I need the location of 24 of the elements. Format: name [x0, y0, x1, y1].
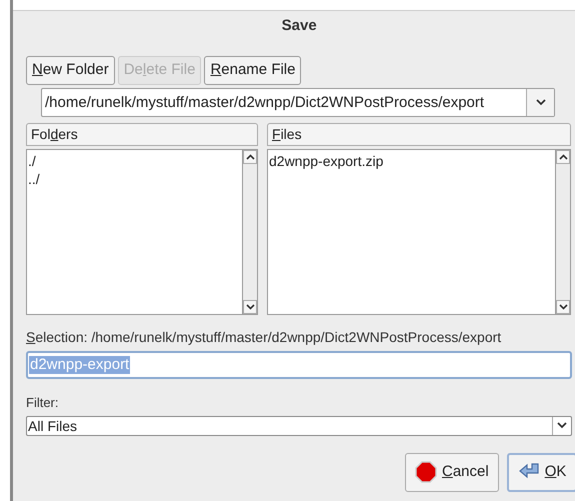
chevron-up-icon	[246, 154, 254, 160]
column-header[interactable]: Folders	[26, 123, 258, 146]
list-item[interactable]: d2wnpp-export.zip	[268, 152, 555, 170]
chevron-up-icon	[558, 154, 568, 160]
chevron-down-icon	[246, 304, 254, 310]
toolbar-button[interactable]: New Folder	[26, 56, 115, 85]
cancel-button[interactable]: Cancel	[405, 452, 499, 492]
window-title: Save	[282, 16, 317, 36]
path-combo[interactable]: /home/runelk/mystuff/master/d2wnpp/Dict2WNPostProcess/export	[41, 88, 555, 117]
scrollbar[interactable]	[243, 149, 258, 315]
column-header[interactable]: Files	[267, 123, 571, 146]
filter-combo[interactable]: All Files	[26, 416, 572, 436]
selection-label: Selection: /home/runelk/mystuff/master/d2wnpp/Dict2WNPostProcess/export	[26, 328, 502, 347]
chevron-down-icon	[557, 422, 567, 429]
stop-sign-icon	[415, 461, 437, 483]
ok-button[interactable]: OK	[506, 452, 575, 492]
chevron-down-icon	[536, 99, 546, 106]
toolbar-button[interactable]: Rename File	[204, 56, 302, 85]
list-item[interactable]: ../	[27, 170, 242, 188]
scrollbar[interactable]	[556, 149, 571, 315]
enter-arrow-icon	[518, 463, 540, 481]
filter-label: Filter:	[26, 394, 60, 412]
chevron-down-icon	[558, 304, 568, 310]
list-item[interactable]: ./	[27, 152, 242, 170]
